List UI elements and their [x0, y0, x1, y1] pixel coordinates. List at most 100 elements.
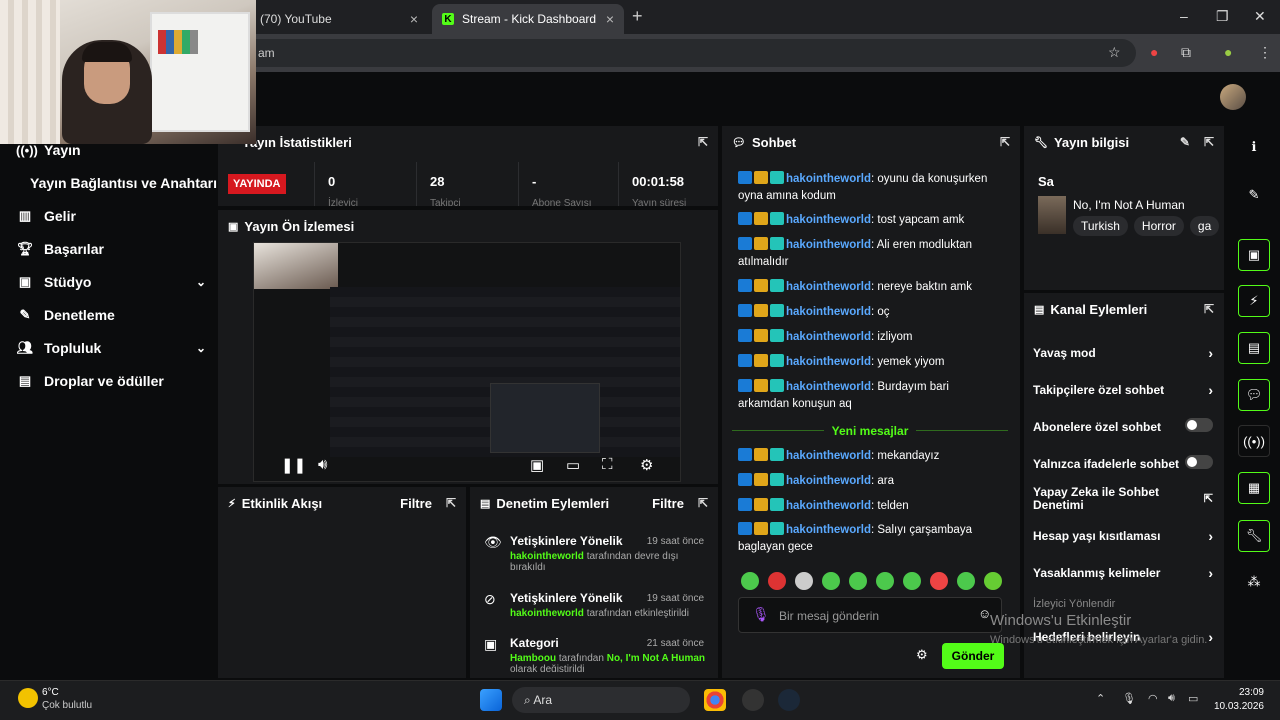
settings-gear-icon[interactable]: ⚙	[640, 456, 653, 474]
sidebar-item-community[interactable]: 👥︎ Topluluk ⌄	[16, 340, 206, 356]
tag-chip[interactable]: ga	[1189, 216, 1220, 236]
profile-icon[interactable]: ●	[1224, 44, 1232, 60]
wrench-toggle-icon[interactable]: 🔧︎	[1238, 520, 1270, 552]
tab-youtube[interactable]: (70) YouTube ×	[250, 4, 428, 34]
preview-toggle-icon[interactable]: ▣	[1238, 239, 1270, 271]
layout-toggle-icon[interactable]: ▦	[1238, 472, 1270, 504]
menu-kebab-icon[interactable]: ⋮	[1258, 44, 1272, 61]
emote-icon[interactable]	[957, 572, 975, 590]
chat-message-input[interactable]: Bir mesaj gönderin	[738, 597, 1002, 633]
chat-username[interactable]: hakointheworld	[786, 356, 871, 368]
expand-icon[interactable]: ⇱	[1000, 135, 1010, 149]
edit-pencil-icon[interactable]: ✎	[1238, 179, 1270, 211]
sidebar-item-drops[interactable]: ▤ Droplar ve ödüller	[16, 373, 206, 389]
category-name[interactable]: No, I'm Not A Human	[1073, 198, 1185, 212]
emote-icon[interactable]	[876, 572, 894, 590]
emote-icon[interactable]	[768, 572, 786, 590]
document-toggle-icon[interactable]: ▤	[1238, 332, 1270, 364]
chat-username[interactable]: hakointheworld	[786, 450, 871, 462]
emote-icon[interactable]	[930, 572, 948, 590]
chat-username[interactable]: hakointheworld	[786, 524, 871, 536]
sidebar-item-revenue[interactable]: ▥ Gelir	[16, 208, 206, 224]
pause-icon[interactable]: ❚❚	[281, 456, 306, 474]
emote-icon[interactable]	[795, 572, 813, 590]
tag-chip[interactable]: Turkish	[1073, 216, 1128, 236]
chat-username[interactable]: hakointheworld	[786, 281, 871, 293]
emote-icon[interactable]	[849, 572, 867, 590]
chat-username[interactable]: hakointheworld	[786, 306, 871, 318]
emotes-only-toggle[interactable]	[1185, 455, 1213, 472]
extensions-puzzle-icon[interactable]: ⧉	[1181, 44, 1191, 61]
emote-icon[interactable]	[822, 572, 840, 590]
chevron-up-icon[interactable]: ⌃	[1096, 692, 1105, 705]
volume-icon[interactable]: 🔊︎	[1168, 692, 1175, 705]
sidebar-item-stream[interactable]: ((•)) Yayın	[16, 142, 206, 158]
subscribers-only-toggle[interactable]	[1185, 418, 1213, 435]
emote-icon[interactable]	[984, 572, 1002, 590]
pip-icon[interactable]: ▣	[530, 456, 544, 474]
expand-icon[interactable]: ⇱	[446, 496, 456, 510]
chat-username[interactable]: hakointheworld	[786, 214, 871, 226]
close-window-button[interactable]: ✕	[1254, 8, 1266, 25]
chat-username[interactable]: hakointheworld	[786, 331, 871, 343]
close-icon[interactable]: ×	[606, 11, 614, 27]
followers-only-action[interactable]: Takipçilere özel sohbet ›	[1033, 382, 1213, 398]
extension-color-icon[interactable]: ●	[1150, 44, 1158, 60]
ai-moderation-action[interactable]: Yapay Zeka ile Sohbet Denetimi ⇱	[1033, 486, 1213, 512]
chat-username[interactable]: hakointheworld	[786, 381, 871, 393]
activity-filter-button[interactable]: Filtre	[400, 496, 432, 511]
bolt-toggle-icon[interactable]: ⚡︎	[1238, 285, 1270, 317]
close-icon[interactable]: ×	[410, 11, 418, 27]
expand-icon[interactable]: ⇱	[698, 496, 708, 510]
chat-username[interactable]: hakointheworld	[786, 500, 871, 512]
tab-kick-dashboard[interactable]: K Stream - Kick Dashboard ×	[432, 4, 624, 34]
weather-icon[interactable]	[18, 688, 38, 708]
sidebar-item-stream-key[interactable]: Yayın Bağlantısı ve Anahtarı	[30, 175, 220, 191]
chat-settings-gear-icon[interactable]: ⚙	[916, 647, 928, 663]
clock-time[interactable]: 23:09	[1216, 687, 1264, 698]
microphone-icon[interactable]: 🎙︎	[752, 606, 770, 623]
raid-action[interactable]: İzleyici Yönlendir	[1033, 598, 1213, 610]
wifi-icon[interactable]: ◠	[1148, 692, 1158, 705]
moderation-row-category[interactable]: No, I'm Not A Human	[607, 653, 705, 664]
chat-username[interactable]: hakointheworld	[786, 475, 871, 487]
volume-icon[interactable]: 🔊︎	[318, 456, 327, 473]
stream-preview-video[interactable]	[253, 242, 681, 482]
maximize-button[interactable]: ❐	[1216, 8, 1229, 25]
tag-chip[interactable]: Horror	[1133, 216, 1184, 236]
moderation-row-user[interactable]: hakointheworld	[510, 551, 584, 562]
bookmark-star-icon[interactable]: ☆	[1108, 44, 1121, 61]
minimize-button[interactable]: –	[1180, 8, 1188, 24]
chat-toggle-icon[interactable]: 💬︎	[1238, 379, 1270, 411]
expand-icon[interactable]: ⇱	[1204, 135, 1214, 149]
url-input[interactable]: am	[230, 39, 1136, 67]
expand-icon[interactable]: ⇱	[1204, 302, 1214, 316]
battery-icon[interactable]: ▭	[1188, 692, 1198, 705]
banned-words-action[interactable]: Yasaklanmış kelimeler ›	[1033, 565, 1213, 581]
emote-icon[interactable]	[741, 572, 759, 590]
emote-icon[interactable]	[903, 572, 921, 590]
chat-username[interactable]: hakointheworld	[786, 239, 871, 251]
sidebar-item-studio[interactable]: ▣ Stüdyo ⌄	[16, 274, 206, 290]
new-tab-button[interactable]: +	[632, 6, 643, 27]
info-icon[interactable]: ℹ	[1238, 131, 1270, 163]
apps-icon[interactable]: ⁂	[1238, 566, 1270, 598]
microphone-icon[interactable]: 🎙︎	[1122, 692, 1136, 705]
account-age-action[interactable]: Hesap yaşı kısıtlaması ›	[1033, 528, 1213, 544]
expand-icon[interactable]: ⇱	[698, 135, 708, 149]
fullscreen-icon[interactable]: ⛶	[602, 456, 613, 473]
send-button[interactable]: Gönder	[942, 643, 1004, 669]
moderation-filter-button[interactable]: Filtre	[652, 496, 684, 511]
windows-start-icon[interactable]	[480, 689, 502, 711]
moderation-row-user[interactable]: hakointheworld	[510, 608, 584, 619]
steam-icon[interactable]	[778, 689, 800, 711]
moderation-row-user[interactable]: Hamboou	[510, 653, 556, 664]
user-avatar[interactable]	[1220, 84, 1246, 110]
sidebar-item-moderation[interactable]: ✎ Denetleme	[16, 307, 206, 323]
edit-pencil-icon[interactable]: ✎	[1180, 135, 1190, 149]
taskbar-search[interactable]: ⌕ Ara	[512, 687, 690, 713]
theater-icon[interactable]: ▭	[566, 456, 580, 474]
sidebar-item-achievements[interactable]: 🏆︎ Başarılar	[16, 241, 206, 257]
clock-date[interactable]: 10.03.2026	[1208, 701, 1264, 712]
chrome-icon[interactable]	[704, 689, 726, 711]
